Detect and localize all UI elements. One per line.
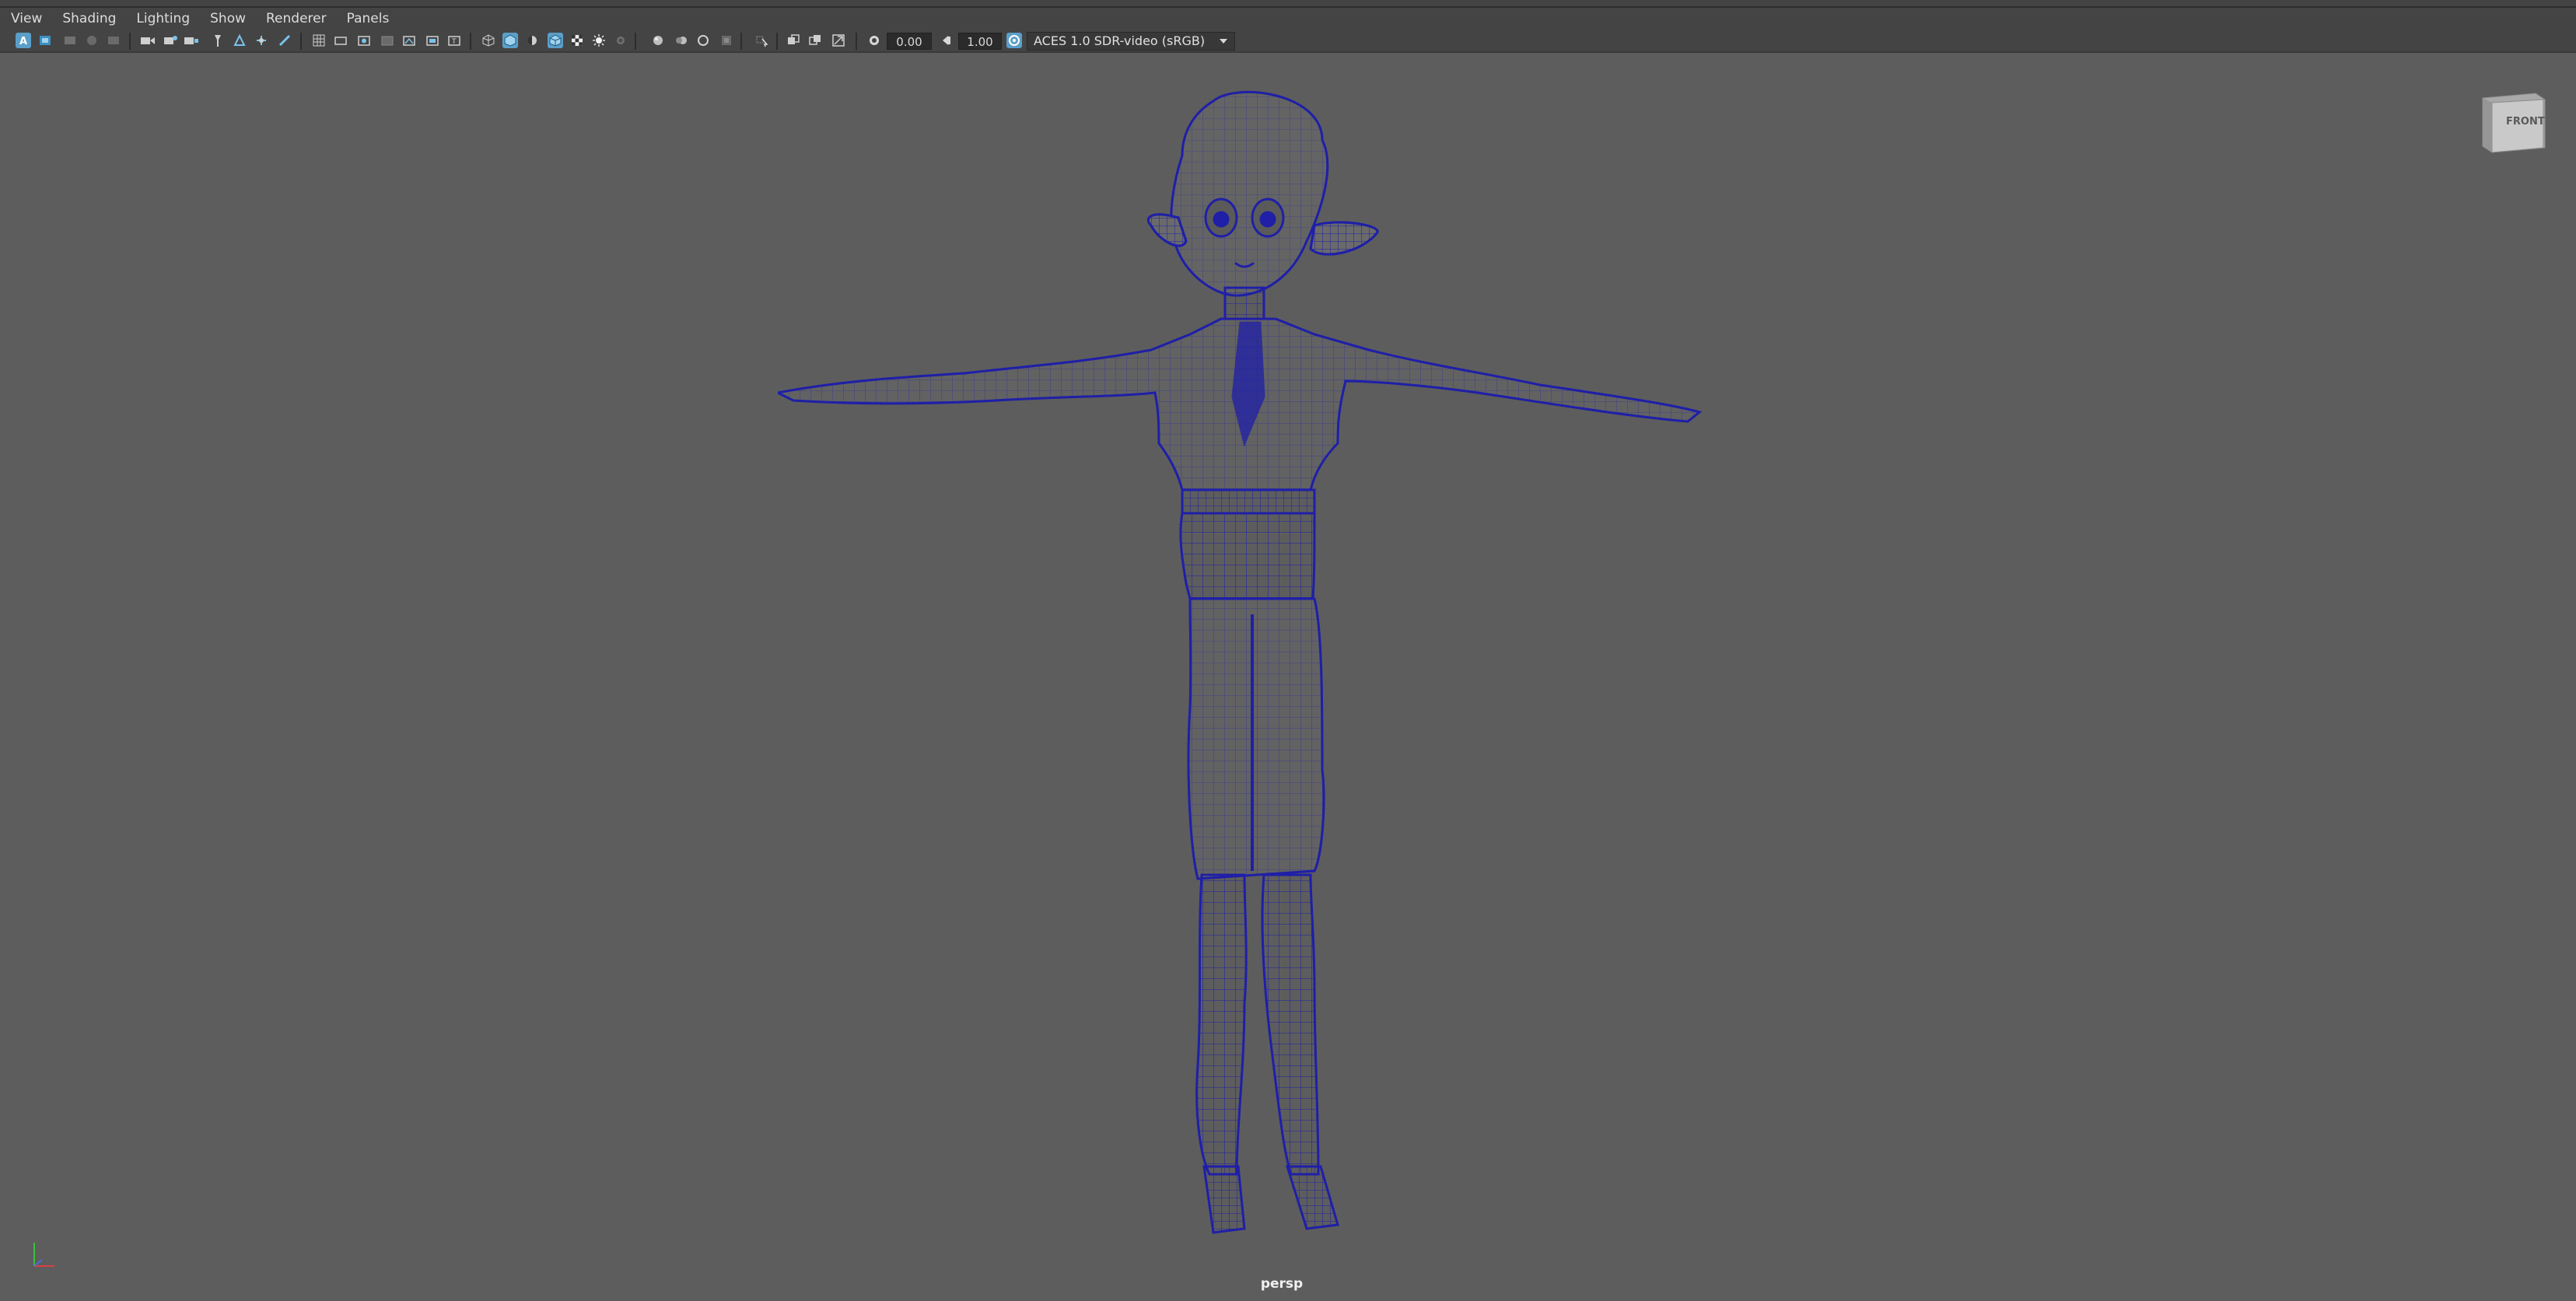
menu-view[interactable]: View [11, 11, 42, 26]
textured-icon[interactable] [569, 33, 585, 48]
gate-mask-icon[interactable] [184, 33, 199, 48]
menu-renderer[interactable]: Renderer [266, 11, 327, 26]
xray-icon[interactable] [786, 33, 801, 48]
menu-show[interactable]: Show [210, 11, 246, 26]
character-wireframe-model[interactable] [778, 86, 1742, 1268]
anti-aliasing-icon[interactable] [695, 33, 711, 48]
menu-lighting[interactable]: Lighting [136, 11, 190, 26]
safe-title-icon[interactable] [254, 33, 269, 48]
xray-joints-icon[interactable] [807, 33, 823, 48]
default-material-icon[interactable] [524, 33, 540, 48]
wireframe-on-shaded-icon[interactable] [548, 33, 563, 48]
exposure-field[interactable]: 0.00 [887, 33, 932, 50]
camera-name-label: persp [1260, 1276, 1304, 1292]
exposure-icon[interactable] [866, 33, 882, 48]
svg-text:T: T [451, 38, 457, 46]
ambient-occlusion-icon[interactable] [650, 33, 666, 48]
select-camera-icon[interactable]: A [16, 33, 31, 48]
panel-toolbar: A T 0.00 1.00 ACES 1.0 SDR-video (sRGB) [0, 30, 2576, 53]
color-management-icon[interactable] [1006, 33, 1022, 48]
smooth-shade-icon[interactable] [502, 33, 518, 48]
axis-gizmo [26, 1236, 65, 1275]
grid-icon-2[interactable] [311, 33, 327, 48]
film-gate-rect-icon[interactable] [333, 33, 348, 48]
view-cube-face-label: FRONT [2506, 116, 2545, 128]
camera-attributes-icon[interactable] [37, 33, 53, 48]
resolution-gate-rect-icon[interactable] [356, 33, 372, 48]
field-chart-icon[interactable] [210, 33, 226, 48]
color-space-label: ACES 1.0 SDR-video (sRGB) [1034, 33, 1206, 48]
menu-panels[interactable]: Panels [347, 11, 390, 26]
panel-menu-bar: View Shading Lighting Show Renderer Pane… [0, 8, 2576, 30]
bookmark-icon[interactable] [62, 33, 78, 48]
grid-icon[interactable] [106, 33, 121, 48]
menu-shading[interactable]: Shading [62, 11, 116, 26]
svg-text:A: A [19, 36, 27, 47]
safe-action-icon[interactable] [232, 33, 247, 48]
view-cube[interactable]: FRONT [2478, 92, 2548, 154]
gate-mask-rect-icon[interactable] [380, 33, 395, 48]
isolate-select-icon[interactable] [754, 33, 770, 48]
gamma-icon[interactable] [938, 33, 954, 48]
motion-blur-icon[interactable] [674, 33, 689, 48]
depth-of-field-icon[interactable] [719, 33, 734, 48]
window-top-strip [0, 0, 2576, 8]
gamma-field[interactable]: 1.00 [958, 33, 1002, 50]
use-all-lights-icon[interactable] [591, 33, 607, 48]
film-gate-icon[interactable] [140, 33, 156, 48]
shadows-icon[interactable] [613, 33, 628, 48]
wireframe-icon[interactable] [481, 33, 496, 48]
field-chart-rect-icon[interactable] [401, 33, 417, 48]
safe-title-rect-icon[interactable]: T [446, 33, 462, 48]
chevron-down-icon [1217, 34, 1230, 53]
color-space-dropdown[interactable]: ACES 1.0 SDR-video (sRGB) [1027, 32, 1235, 51]
resolution-gate-icon[interactable] [163, 33, 179, 48]
grease-pencil-icon[interactable] [277, 33, 292, 48]
xray-active-components-icon[interactable] [831, 33, 846, 48]
safe-action-rect-icon[interactable] [425, 33, 440, 48]
image-plane-icon[interactable] [84, 33, 100, 48]
